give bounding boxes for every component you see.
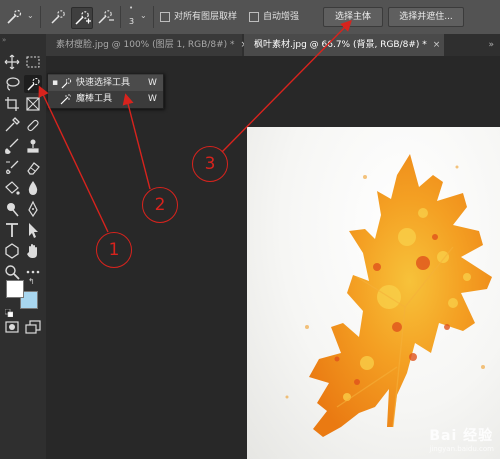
watermark-text: Bai 经验: [429, 428, 494, 444]
watermark-logo: Bai 经验 jingyan.baidu.com: [429, 425, 494, 453]
annotation-arrow-2: [122, 93, 151, 190]
annotation-circle-2: 2: [142, 187, 178, 223]
annotation-arrow-3: [221, 20, 352, 153]
annotation-circle-3: 3: [192, 146, 228, 182]
annotation-overlay: [38, 20, 352, 233]
watermark-url: jingyan.baidu.com: [429, 445, 494, 453]
annotation-circle-1: 1: [96, 232, 132, 268]
annotation-arrow-1: [38, 85, 109, 233]
